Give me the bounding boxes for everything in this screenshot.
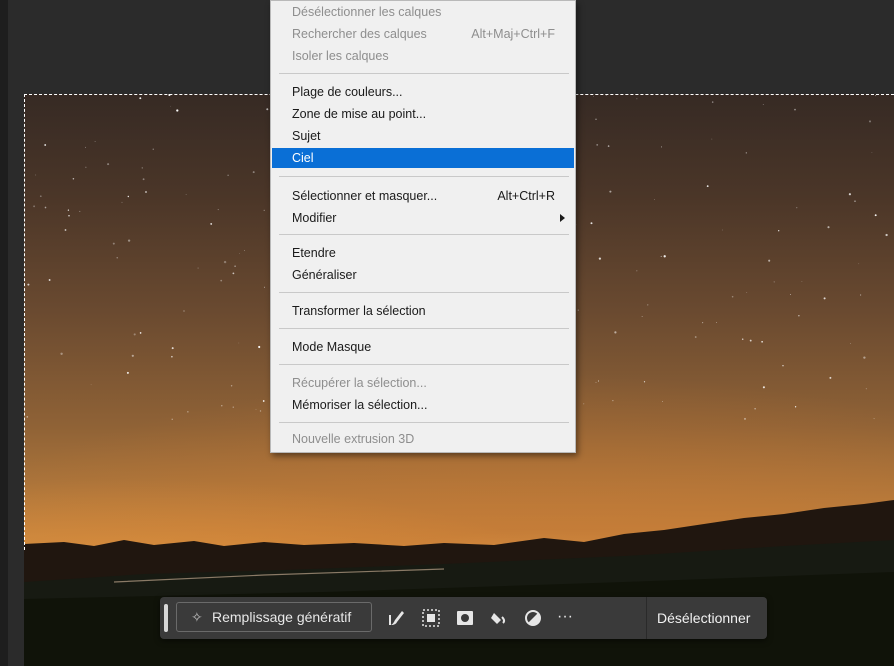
menu-separator — [279, 364, 569, 365]
workspace-edge — [0, 0, 8, 666]
menu-item-label: Récupérer la sélection... — [292, 376, 427, 390]
menu-separator — [279, 234, 569, 235]
menu-separator — [279, 176, 569, 177]
menu-item-label: Nouvelle extrusion 3D — [292, 432, 415, 446]
menu-item-shortcut: Alt+Ctrl+R — [497, 189, 555, 203]
fill-bucket-icon[interactable] — [486, 605, 512, 631]
taskbar-divider — [646, 597, 647, 639]
menu-item-load-selection: Récupérer la sélection... — [271, 373, 575, 393]
menu-item-label: Plage de couleurs... — [292, 85, 403, 99]
menu-item-label: Mémoriser la sélection... — [292, 398, 428, 412]
select-menu: Désélectionner les calques Rechercher de… — [270, 0, 576, 453]
generative-fill-button[interactable]: ✧ Remplissage génératif — [176, 602, 372, 632]
menu-item-label: Sujet — [292, 129, 321, 143]
menu-item-select-and-mask[interactable]: Sélectionner et masquer... Alt+Ctrl+R — [271, 186, 575, 206]
menu-item-grow[interactable]: Etendre — [271, 243, 575, 263]
invert-selection-icon[interactable] — [418, 605, 444, 631]
menu-item-label: Ciel — [292, 151, 314, 165]
menu-item-label: Etendre — [292, 246, 336, 260]
taskbar-drag-handle[interactable] — [164, 604, 168, 632]
menu-item-label: Rechercher des calques — [292, 27, 427, 41]
generative-fill-icon: ✧ — [191, 609, 203, 625]
menu-separator — [279, 328, 569, 329]
menu-item-find-layers: Rechercher des calques Alt+Maj+Ctrl+F — [271, 24, 575, 44]
menu-item-color-range[interactable]: Plage de couleurs... — [271, 82, 575, 102]
adjustment-icon[interactable] — [520, 605, 546, 631]
menu-item-label: Généraliser — [292, 268, 357, 282]
more-icon[interactable]: ··· — [552, 597, 578, 639]
mask-icon[interactable] — [452, 605, 478, 631]
generative-fill-label: Remplissage génératif — [212, 609, 352, 625]
menu-item-transform-selection[interactable]: Transformer la sélection — [271, 301, 575, 321]
menu-item-label: Mode Masque — [292, 340, 372, 354]
brush-modify-icon[interactable] — [384, 605, 410, 631]
menu-item-shortcut: Alt+Maj+Ctrl+F — [471, 27, 555, 41]
menu-item-similar[interactable]: Généraliser — [271, 265, 575, 285]
deselect-button[interactable]: Désélectionner — [657, 597, 750, 639]
contextual-taskbar: ✧ Remplissage génératif ··· Désélectionn… — [160, 597, 767, 639]
menu-item-new-3d-extrusion: Nouvelle extrusion 3D — [271, 429, 575, 449]
menu-item-subject[interactable]: Sujet — [271, 126, 575, 146]
menu-item-label: Transformer la sélection — [292, 304, 426, 318]
menu-item-quick-mask[interactable]: Mode Masque — [271, 337, 575, 357]
menu-item-label: Isoler les calques — [292, 49, 389, 63]
menu-item-deselect-layers: Désélectionner les calques — [271, 2, 575, 22]
menu-separator — [279, 292, 569, 293]
menu-item-label: Sélectionner et masquer... — [292, 189, 438, 203]
menu-item-label: Désélectionner les calques — [292, 5, 442, 19]
menu-item-sky[interactable]: Ciel — [272, 148, 574, 168]
menu-separator — [279, 73, 569, 74]
menu-item-modify[interactable]: Modifier — [271, 208, 575, 228]
menu-separator — [279, 422, 569, 423]
submenu-arrow-icon — [560, 214, 565, 222]
menu-item-focus-area[interactable]: Zone de mise au point... — [271, 104, 575, 124]
menu-item-save-selection[interactable]: Mémoriser la sélection... — [271, 395, 575, 415]
menu-item-label: Zone de mise au point... — [292, 107, 427, 121]
menu-item-isolate-layers: Isoler les calques — [271, 46, 575, 66]
menu-item-label: Modifier — [292, 211, 337, 225]
